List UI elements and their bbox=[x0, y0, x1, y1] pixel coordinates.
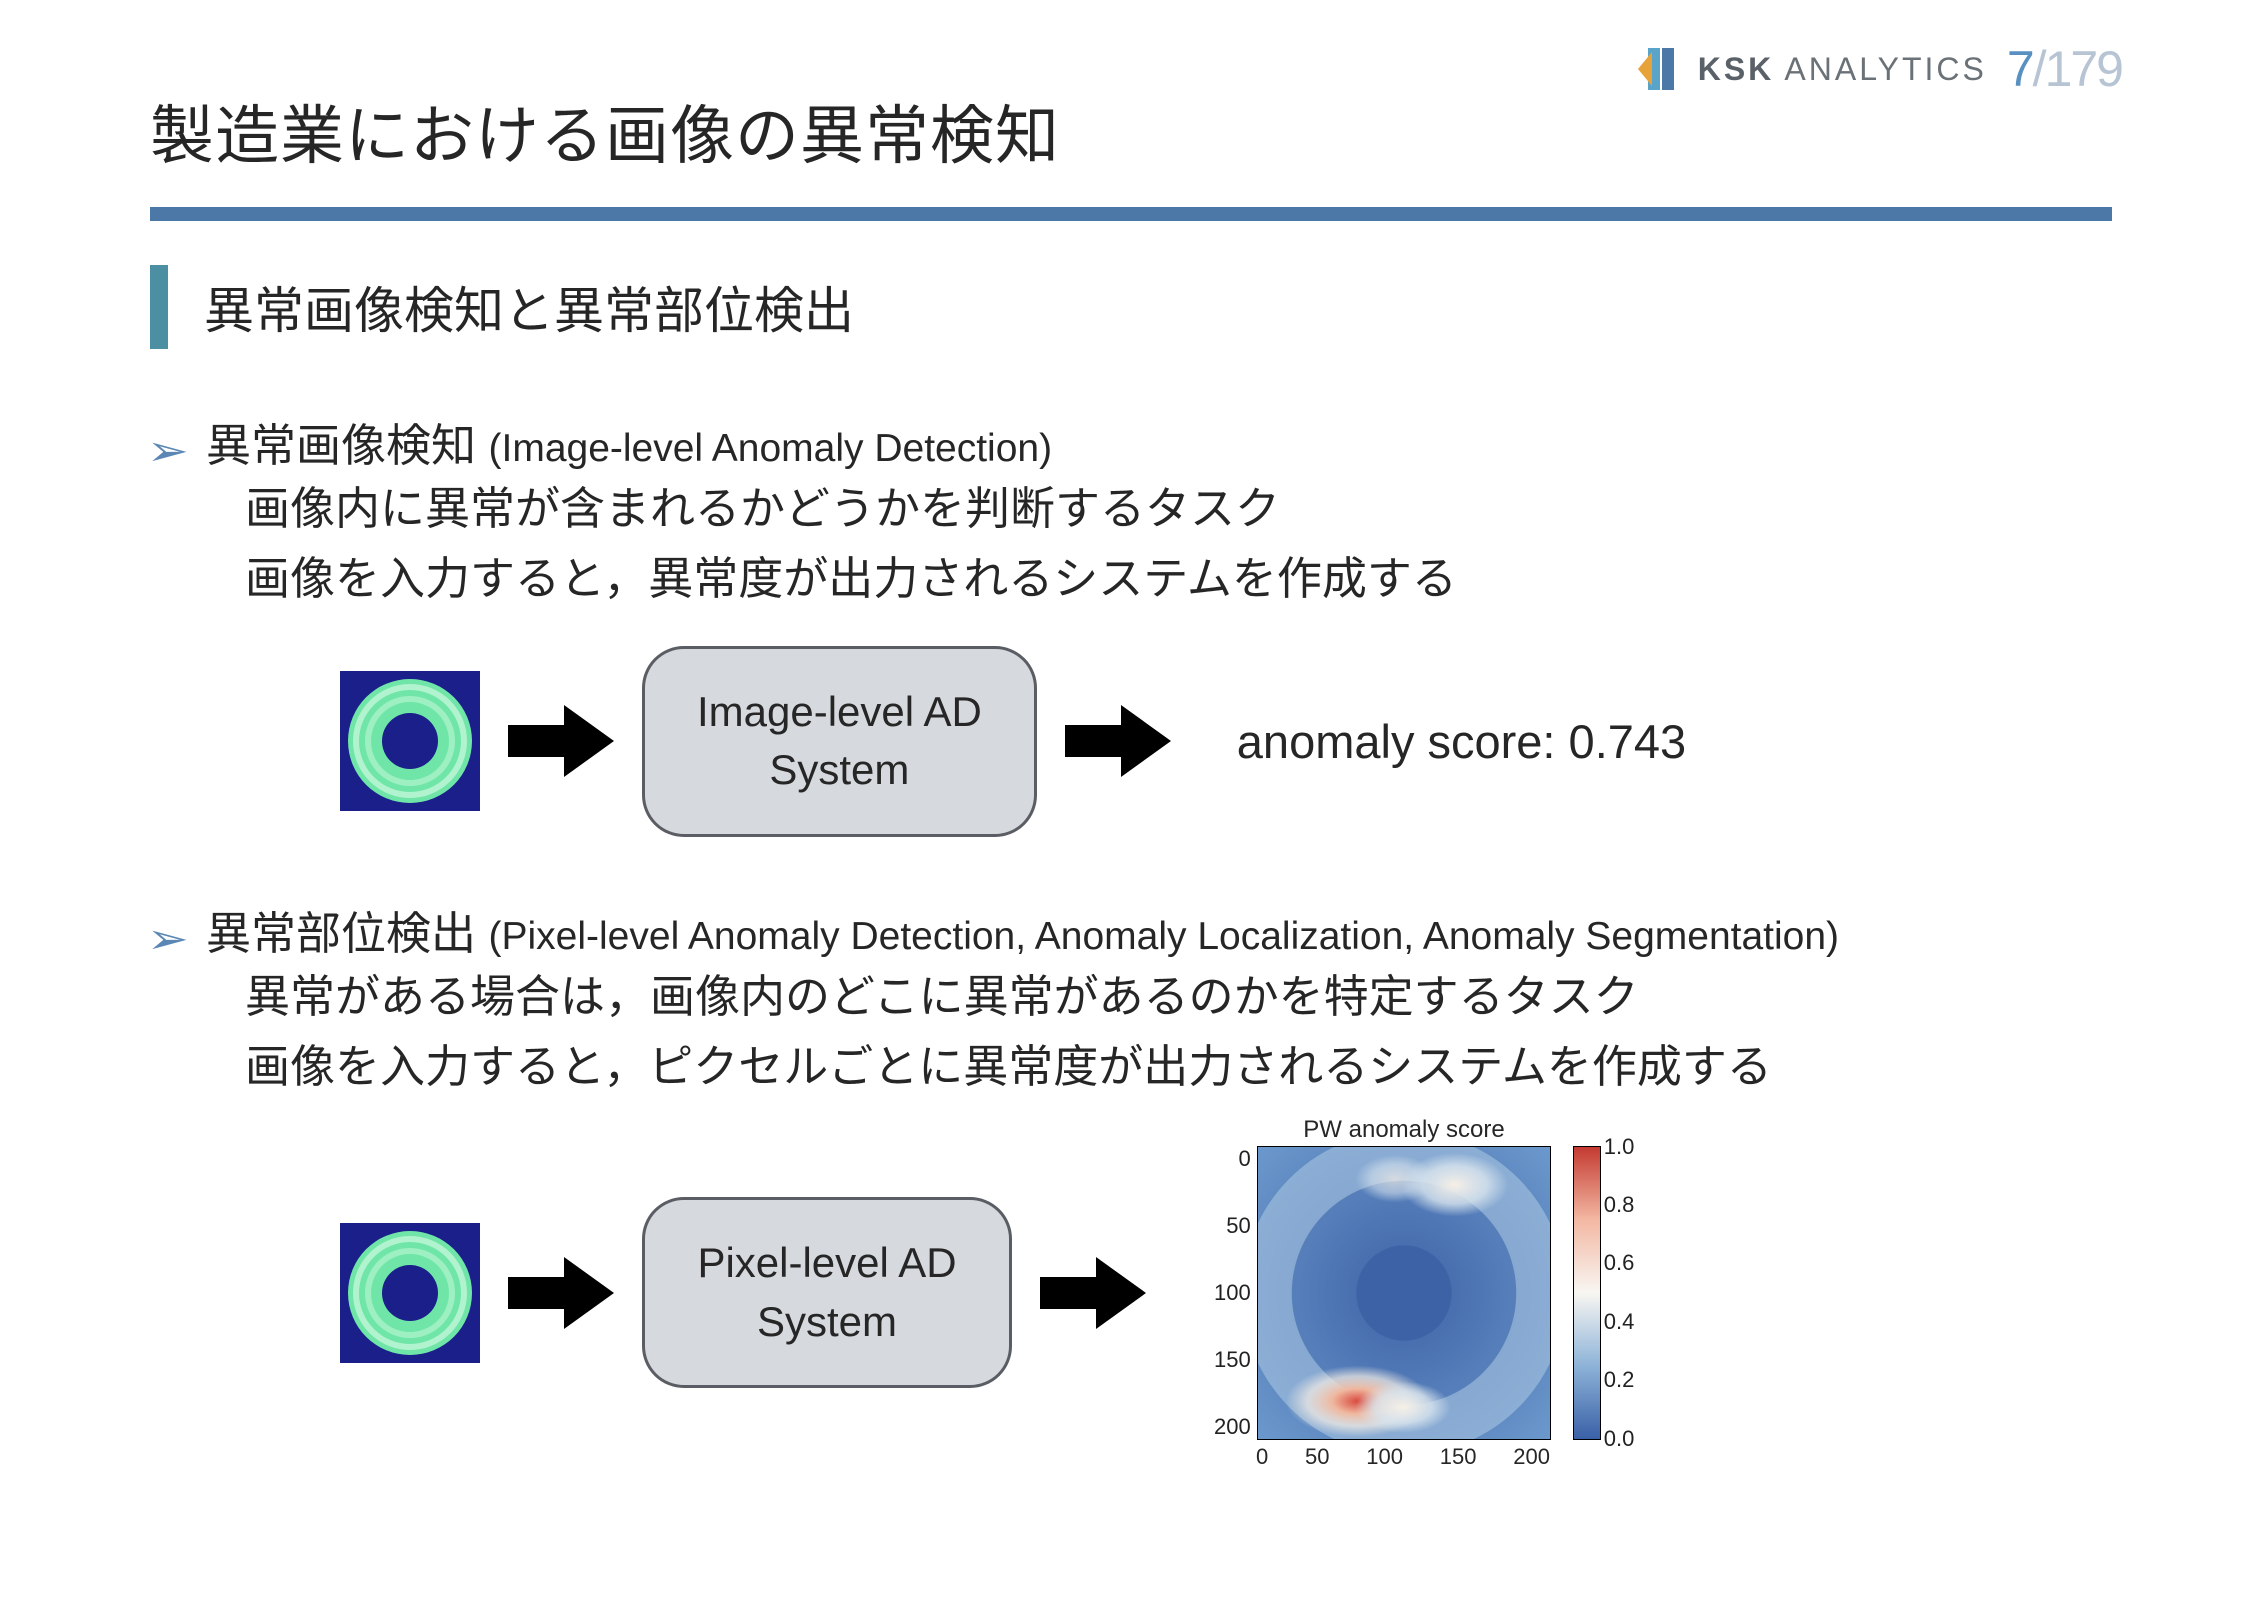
diagram-pixel-level: Pixel-level AD System PW anomaly score 0… bbox=[340, 1116, 2112, 1470]
section1-heading: 異常画像検知 (Image-level Anomaly Detection) bbox=[206, 409, 1052, 474]
input-image-1 bbox=[340, 671, 480, 811]
subtitle-accent bbox=[150, 265, 168, 349]
heatmap-xticks: 0 50 100 150 200 bbox=[1256, 1444, 1550, 1470]
diagram-image-level: Image-level AD System anomaly score: 0.7… bbox=[340, 646, 2112, 838]
logo: KSK ANALYTICS bbox=[1638, 46, 1987, 92]
heatmap-image bbox=[1257, 1146, 1551, 1440]
arrow-icon bbox=[1065, 705, 1171, 777]
logo-text: KSK ANALYTICS bbox=[1698, 51, 1987, 88]
arrow-icon bbox=[508, 705, 614, 777]
system-box-image-level: Image-level AD System bbox=[642, 646, 1037, 838]
header: KSK ANALYTICS 7/179 bbox=[1638, 40, 2122, 98]
title-divider bbox=[150, 207, 2112, 221]
section2-body: 異常がある場合は，画像内のどこに異常があるのかを特定するタスク 画像を入力すると… bbox=[245, 962, 2112, 1102]
bullet-icon: ➢ bbox=[147, 430, 188, 472]
section2-heading: 異常部位検出 (Pixel-level Anomaly Detection, A… bbox=[206, 897, 1839, 962]
arrow-icon bbox=[508, 1257, 614, 1329]
logo-icon bbox=[1638, 46, 1684, 92]
heatmap-output: PW anomaly score 0 50 100 150 200 bbox=[1214, 1116, 1601, 1470]
section2-line1: 異常がある場合は，画像内のどこに異常があるのかを特定するタスク bbox=[245, 962, 2112, 1032]
input-image-2 bbox=[340, 1223, 480, 1363]
section1-line1: 画像内に異常が含まれるかどうかを判断するタスク bbox=[245, 474, 2112, 544]
bullet-icon: ➢ bbox=[147, 918, 188, 960]
colorbar: 1.0 0.8 0.6 0.4 0.2 0.0 bbox=[1573, 1146, 1601, 1440]
heatmap-title: PW anomaly score bbox=[1214, 1116, 1594, 1144]
arrow-icon bbox=[1040, 1257, 1146, 1329]
section1-line2: 画像を入力すると，異常度が出力されるシステムを作成する bbox=[245, 544, 2112, 614]
subtitle-block: 異常画像検知と異常部位検出 bbox=[150, 265, 2112, 349]
system-box-pixel-level: Pixel-level AD System bbox=[642, 1197, 1012, 1389]
section-image-level: ➢ 異常画像検知 (Image-level Anomaly Detection)… bbox=[150, 409, 2112, 837]
section1-body: 画像内に異常が含まれるかどうかを判断するタスク 画像を入力すると，異常度が出力さ… bbox=[245, 474, 2112, 614]
section2-line2: 画像を入力すると，ピクセルごとに異常度が出力されるシステムを作成する bbox=[245, 1032, 2112, 1102]
slide-title: 製造業における画像の異常検知 bbox=[150, 85, 2112, 177]
subtitle-text: 異常画像検知と異常部位検出 bbox=[204, 265, 854, 349]
section-pixel-level: ➢ 異常部位検出 (Pixel-level Anomaly Detection,… bbox=[150, 897, 2112, 1470]
page-counter: 7/179 bbox=[2007, 40, 2122, 98]
anomaly-score-text: anomaly score: 0.743 bbox=[1237, 714, 1686, 769]
heatmap-yticks: 0 50 100 150 200 bbox=[1214, 1146, 1257, 1440]
